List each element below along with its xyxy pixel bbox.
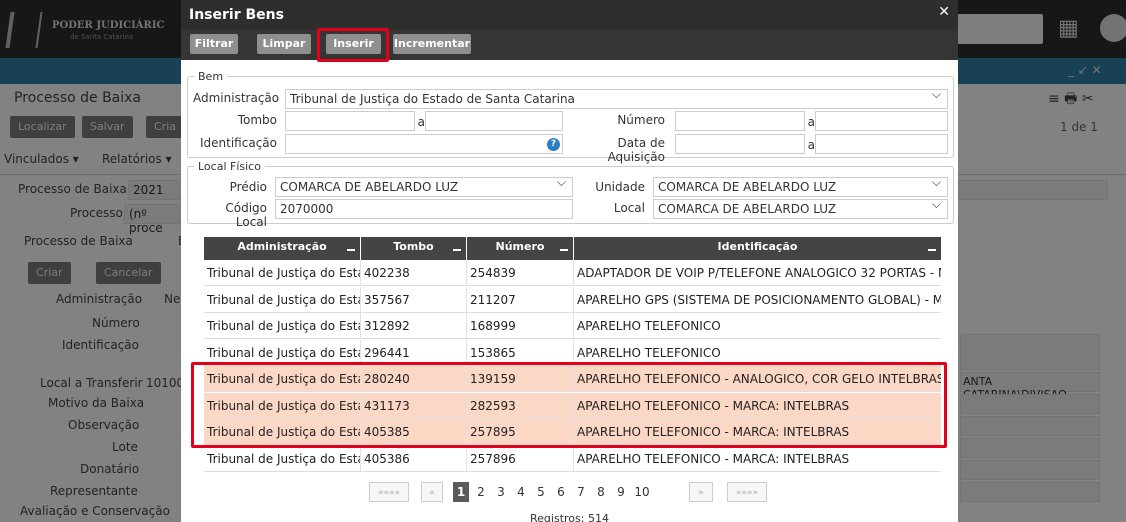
- first-page-button[interactable]: ««««: [369, 482, 409, 502]
- cell-numero: 254839: [467, 260, 574, 286]
- unidade-label: Unidade: [595, 180, 645, 194]
- last-page-button[interactable]: »»»»: [727, 482, 767, 502]
- col-tombo[interactable]: Tombo: [361, 237, 467, 260]
- page-2-button[interactable]: 2: [473, 482, 489, 502]
- dialog-toolbar: Filtrar Limpar Inserir Incrementar: [181, 30, 958, 60]
- administracao-select[interactable]: Tribunal de Justiça do Estado de Santa C…: [285, 89, 948, 109]
- administracao-label: Administração: [193, 91, 280, 105]
- dialog-header: Inserir Bens ✕: [181, 0, 958, 30]
- administracao-value: Tribunal de Justiça do Estado de Santa C…: [290, 92, 575, 106]
- cell-tombo: 357567: [361, 286, 467, 313]
- identificacao-label: Identificação: [200, 136, 277, 150]
- help-icon[interactable]: ?: [547, 138, 560, 151]
- unidade-value: COMARCA DE ABELARDO LUZ: [658, 180, 837, 194]
- table-row[interactable]: Tribunal de Justiça do Esta 402238 254839 A…: [204, 260, 941, 286]
- local-select[interactable]: COMARCA DE ABELARDO LUZ: [653, 199, 948, 219]
- numero-label: Número: [617, 113, 665, 127]
- predio-value: COMARCA DE ABELARDO LUZ: [280, 180, 459, 194]
- col-numero[interactable]: Número: [467, 237, 574, 260]
- cell-tombo: 402238: [361, 260, 467, 286]
- next-page-button[interactable]: »: [689, 482, 713, 502]
- cell-administracao: Tribunal de Justiça do Esta: [204, 260, 361, 286]
- local-value: COMARCA DE ABELARDO LUZ: [658, 202, 837, 216]
- page-3-button[interactable]: 3: [493, 482, 509, 502]
- page-9-button[interactable]: 9: [613, 482, 629, 502]
- page-8-button[interactable]: 8: [593, 482, 609, 502]
- page-1-button[interactable]: 1: [453, 482, 469, 502]
- cell-numero: 211207: [467, 286, 574, 313]
- col-administracao-label: Administração: [237, 240, 327, 253]
- prev-page-button[interactable]: «: [421, 482, 443, 502]
- cell-identificacao: APARELHO GPS (SISTEMA DE POSICIONAMENTO …: [577, 292, 941, 307]
- codigo-local-label: Código Local: [225, 201, 267, 229]
- col-administracao[interactable]: Administração: [204, 237, 361, 260]
- cell-administracao: Tribunal de Justiça do Esta: [204, 445, 361, 472]
- cell-identificacao: APARELHO TELEFONICO - MARCA: INTELBRAS: [577, 451, 850, 466]
- cell-administracao: Tribunal de Justiça do Esta: [204, 286, 361, 313]
- col-identificacao[interactable]: Identificação: [574, 237, 941, 260]
- inserir-bens-dialog: Inserir Bens ✕ Filtrar Limpar Inserir In…: [181, 0, 958, 522]
- local-fisico-legend: Local Físico: [198, 160, 261, 173]
- dialog-title: Inserir Bens: [189, 7, 284, 23]
- page-6-button[interactable]: 6: [553, 482, 569, 502]
- limpar-button[interactable]: Limpar: [257, 34, 311, 54]
- cell-administracao: Tribunal de Justiça do Esta: [204, 313, 361, 339]
- registros-count: Registros: 514: [530, 512, 609, 522]
- table-row[interactable]: Tribunal de Justiça do Esta 405386 257896 A…: [204, 445, 941, 472]
- cell-tombo: 405386: [361, 445, 467, 472]
- tombo-a-label: a: [417, 115, 425, 129]
- local-label: Local: [613, 201, 645, 215]
- close-icon[interactable]: ✕: [938, 4, 950, 20]
- page-7-button[interactable]: 7: [573, 482, 589, 502]
- col-identificacao-label: Identificação: [717, 240, 798, 253]
- table-row[interactable]: Tribunal de Justiça do Esta 357567 211207 A…: [204, 286, 941, 313]
- tombo-to-input[interactable]: [425, 111, 563, 131]
- bem-legend: Bem: [198, 70, 224, 83]
- page-5-button[interactable]: 5: [533, 482, 549, 502]
- identificacao-input[interactable]: [285, 134, 563, 154]
- predio-label: Prédio: [229, 180, 267, 194]
- tombo-label: Tombo: [237, 113, 277, 127]
- codigo-local-input[interactable]: 2070000: [275, 199, 573, 219]
- incrementar-button[interactable]: Incrementar: [393, 34, 471, 54]
- cell-numero: 257896: [467, 445, 574, 472]
- data-to-input[interactable]: [815, 134, 948, 154]
- predio-select[interactable]: COMARCA DE ABELARDO LUZ: [275, 177, 573, 197]
- cell-identificacao: ADAPTADOR DE VOIP P/TELEFONE ANALOGICO 3…: [577, 266, 941, 280]
- page-4-button[interactable]: 4: [513, 482, 529, 502]
- highlight-selected-rows: [191, 362, 947, 448]
- cell-tombo: 312892: [361, 313, 467, 339]
- codigo-local-value: 2070000: [280, 202, 334, 216]
- data-from-input[interactable]: [675, 134, 805, 154]
- col-tombo-label: Tombo: [393, 240, 434, 253]
- highlight-inserir: [317, 28, 389, 62]
- page-10-button[interactable]: 10: [633, 482, 651, 502]
- table-header: Administração Tombo Número Identificação: [204, 237, 941, 260]
- numero-to-input[interactable]: [815, 111, 948, 131]
- table-row[interactable]: Tribunal de Justiça do Esta 312892 168999 A…: [204, 313, 941, 339]
- unidade-select[interactable]: COMARCA DE ABELARDO LUZ: [653, 177, 948, 197]
- filtrar-button[interactable]: Filtrar: [190, 34, 238, 54]
- data-a-label: a: [807, 138, 815, 152]
- col-numero-label: Número: [495, 240, 545, 253]
- table-pager: «««« « 1 2 3 4 5 6 7 8 9 10 » »»»»: [181, 482, 958, 504]
- numero-a-label: a: [807, 115, 815, 129]
- cell-identificacao: APARELHO TELEFONICO: [577, 319, 721, 333]
- cell-numero: 168999: [467, 313, 574, 339]
- tombo-from-input[interactable]: [285, 111, 415, 131]
- numero-from-input[interactable]: [675, 111, 805, 131]
